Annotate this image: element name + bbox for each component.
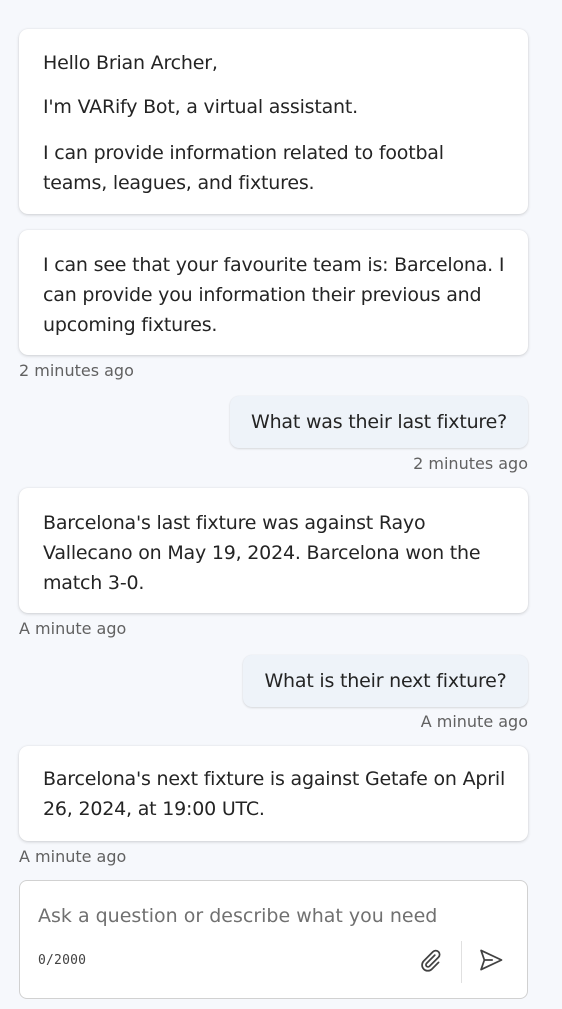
user-message: What was their last fixture? <box>230 396 528 448</box>
bot-message: Barcelona's last fixture was against Ray… <box>19 488 528 613</box>
message-paragraph: I'm VARify Bot, a virtual assistant. <box>43 96 358 118</box>
message-paragraph: I can provide information related to foo… <box>43 142 444 194</box>
attach-button[interactable] <box>413 944 449 980</box>
composer-divider <box>461 941 462 983</box>
chat-transcript: Hello Brian Archer, I'm VARify Bot, a vi… <box>0 0 562 1009</box>
message-paragraph: Barcelona's last fixture was against Ray… <box>43 512 481 594</box>
bot-message: I can see that your favourite team is: B… <box>19 230 528 355</box>
message-timestamp: A minute ago <box>19 619 127 638</box>
message-input[interactable] <box>38 901 508 931</box>
bot-message: Hello Brian Archer, I'm VARify Bot, a vi… <box>19 29 528 214</box>
bot-message: Barcelona's next fixture is against Geta… <box>19 746 528 841</box>
message-text: What was their last fixture? <box>251 411 507 433</box>
send-icon <box>477 946 505 978</box>
character-counter: 0/2000 <box>38 953 87 968</box>
message-paragraph: Hello Brian Archer, <box>43 52 218 74</box>
message-timestamp: A minute ago <box>19 847 127 866</box>
paperclip-icon <box>418 947 444 977</box>
send-button[interactable] <box>473 944 509 980</box>
message-paragraph: Barcelona's next fixture is against Geta… <box>43 768 506 820</box>
message-timestamp: 2 minutes ago <box>413 454 528 473</box>
message-timestamp: 2 minutes ago <box>19 361 134 380</box>
message-paragraph: I can see that your favourite team is: B… <box>43 254 505 336</box>
message-composer: 0/2000 <box>19 880 528 999</box>
message-timestamp: A minute ago <box>420 712 528 731</box>
user-message: What is their next fixture? <box>243 655 528 707</box>
message-text: What is their next fixture? <box>264 670 507 692</box>
